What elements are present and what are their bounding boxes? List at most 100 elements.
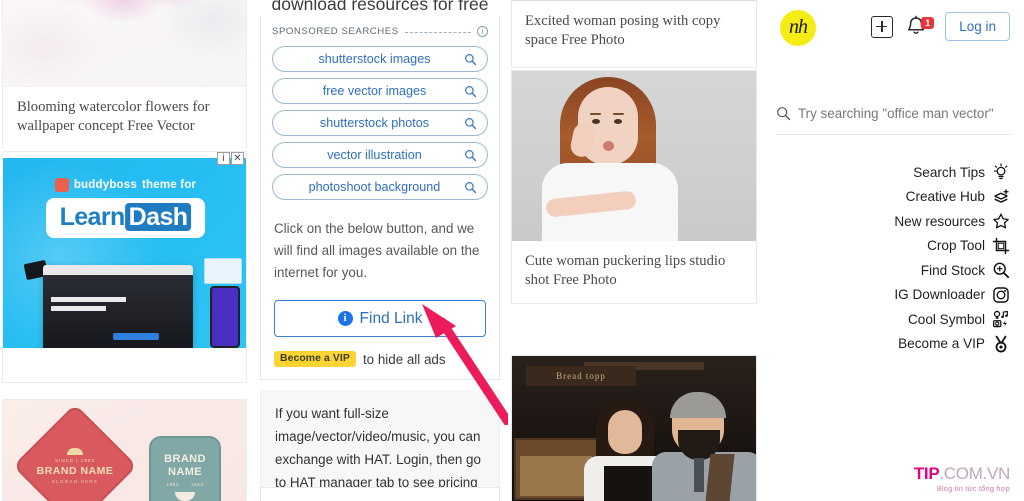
notifications-button[interactable]: 1: [906, 15, 935, 39]
hat-exchange-note-box: If you want full-size image/vector/video…: [260, 390, 500, 501]
dish-cover-icon: [67, 448, 83, 455]
instagram-icon: [993, 287, 1009, 303]
sponsored-header-row: SPONSORED SEARCHES i: [272, 26, 488, 37]
sidebar-item-label: Find Stock: [920, 262, 985, 278]
ad-phone-mockup: [210, 286, 240, 348]
sidebar-item-find-stock[interactable]: Find Stock: [760, 258, 1010, 283]
add-button[interactable]: [871, 15, 894, 38]
find-link-button-label: Find Link: [359, 309, 423, 327]
page-root: Blooming watercolor flowers for wallpape…: [0, 0, 1024, 501]
medal-icon: [995, 335, 1007, 353]
brand-diamond-name: BRAND NAME: [36, 465, 114, 477]
sidebar-item-new-resources[interactable]: New resources: [760, 209, 1010, 234]
sidebar-item-label: Creative Hub: [905, 189, 985, 205]
brand-diamond-logo: SINCE | 1963 BRAND NAME SLOGAN HERE: [12, 403, 138, 501]
info-icon: i: [337, 311, 353, 326]
sponsored-pill-label: shutterstock images: [318, 52, 431, 66]
panel-next-section-stub: [260, 487, 500, 501]
right-sidebar: nh 1 Log in Try searching "office man ve…: [762, 0, 1024, 501]
magnifier-q-icon: [993, 262, 1010, 279]
learndash-part1: Learn: [59, 203, 126, 231]
sidebar-item-label: Search Tips: [913, 164, 985, 180]
cafe-couple-photo: Bread topp: [512, 356, 756, 501]
sponsored-pill-1[interactable]: free vector images: [272, 78, 488, 104]
search-icon: [465, 85, 477, 97]
panel-top-title: download resources for free: [271, 0, 489, 10]
notification-count-badge: 1: [921, 16, 935, 29]
learndash-part2: Dash: [124, 203, 192, 231]
sponsored-pill-label: shutterstock photos: [319, 116, 430, 130]
watermark-accent: TIP: [913, 464, 940, 483]
cute-woman-caption: Cute woman puckering lips studio shot Fr…: [525, 253, 726, 288]
left-results-column: Blooming watercolor flowers for wallpape…: [0, 0, 250, 501]
header-actions: 1 Log in: [871, 12, 1010, 41]
watermark-domain: .COM.VN: [939, 464, 1010, 483]
sponsored-pill-2[interactable]: shutterstock photos: [272, 110, 488, 136]
excited-woman-result-card[interactable]: Excited woman posing with copy space Fre…: [511, 0, 757, 68]
sponsored-dotted-rule: [404, 32, 471, 33]
search-icon: [777, 107, 791, 121]
bowl-icon: [175, 491, 195, 501]
sponsored-pill-label: vector illustration: [327, 148, 422, 162]
find-link-button[interactable]: i Find Link: [274, 300, 486, 337]
brand-square-year-right: 1963: [191, 481, 204, 487]
ad-card-mockup: [204, 258, 242, 284]
sponsored-pill-3[interactable]: vector illustration: [272, 142, 488, 168]
layers-plus-icon: [994, 188, 1009, 203]
sponsored-searches-box: SPONSORED SEARCHES i shutterstock images…: [260, 16, 500, 220]
sponsored-pill-label: photoshoot background: [308, 180, 441, 194]
sidebar-item-search-tips[interactable]: Search Tips: [760, 160, 1010, 185]
cute-woman-result-card[interactable]: Cute woman puckering lips studio shot Fr…: [511, 70, 757, 304]
sidebar-item-become-a-vip[interactable]: Become a VIP: [760, 332, 1010, 357]
adchoices-controls[interactable]: i ✕: [217, 152, 244, 165]
sponsored-pill-4[interactable]: photoshoot background: [272, 174, 488, 200]
sponsored-header-label: SPONSORED SEARCHES: [272, 26, 399, 37]
watermark-tagline: Blog tin tức tổng hợp: [936, 484, 1010, 493]
adchoices-close-icon[interactable]: ✕: [231, 152, 244, 165]
sponsored-info-icon[interactable]: i: [477, 26, 488, 37]
sponsored-panel-column: download resources for free SPONSORED SE…: [258, 0, 502, 501]
brand-square-name1: BRAND: [164, 452, 206, 465]
sidebar-item-label: Become a VIP: [898, 336, 985, 352]
sidebar-item-creative-hub[interactable]: Creative Hub: [760, 185, 1010, 210]
search-icon: [465, 149, 477, 161]
sidebar-item-label: IG Downloader: [894, 287, 985, 303]
adchoices-info-icon[interactable]: i: [217, 152, 230, 165]
buddyboss-logo-icon: [54, 178, 69, 192]
ad-image: buddyboss theme for Learn Dash: [3, 158, 246, 348]
search-placeholder: Try searching "office man vector": [798, 106, 994, 121]
become-vip-badge[interactable]: Become a VIP: [274, 351, 356, 367]
watercolor-result-card[interactable]: Blooming watercolor flowers for wallpape…: [2, 0, 247, 148]
brand-logos-result-card[interactable]: SINCE | 1963 BRAND NAME SLOGAN HERE BRAN…: [2, 399, 247, 501]
ad-browser-mockup: [43, 265, 193, 348]
find-link-description: Click on the below button, and we will f…: [274, 221, 480, 280]
vip-hint-text: to hide all ads: [362, 351, 446, 367]
watermark-brand: TIP.COM.VN: [914, 465, 1010, 483]
watercolor-caption: Blooming watercolor flowers for wallpape…: [3, 86, 246, 148]
sidebar-item-ig-downloader[interactable]: IG Downloader: [760, 283, 1010, 308]
brand-square-year-left: 1963: [166, 481, 179, 487]
sponsored-pill-0[interactable]: shutterstock images: [272, 46, 488, 72]
buddyboss-brand: buddyboss: [73, 179, 137, 191]
cafe-couple-result-card[interactable]: Bread topp: [511, 355, 757, 501]
crop-icon: [992, 237, 1010, 255]
search-icon: [465, 53, 477, 65]
brand-square-logo: BRAND NAME 1963 1963 PREMIUM QUALITY: [149, 436, 221, 501]
search-input[interactable]: Try searching "office man vector": [776, 106, 1011, 121]
site-watermark: TIP.COM.VN Blog tin tức tổng hợp: [914, 465, 1010, 494]
sidebar-item-label: Crop Tool: [927, 238, 985, 254]
sidebar-item-label: New resources: [894, 213, 985, 229]
sidebar-menu: Search Tips Creative Hub New resources C…: [760, 160, 1010, 356]
site-logo[interactable]: nh: [774, 8, 822, 50]
search-icon: [465, 181, 477, 193]
sidebar-item-label: Cool Symbol: [907, 311, 985, 327]
learndash-ad-banner[interactable]: buddyboss theme for Learn Dash i ✕: [2, 151, 247, 383]
sidebar-item-cool-symbol[interactable]: Cool Symbol: [760, 307, 1010, 332]
star-icon: [993, 213, 1009, 229]
login-button[interactable]: Log in: [945, 12, 1010, 41]
sponsored-pill-label: free vector images: [322, 84, 427, 98]
sidebar-item-crop-tool[interactable]: Crop Tool: [760, 234, 1010, 259]
search-icon: [465, 117, 477, 129]
learndash-wordmark: Learn Dash: [45, 198, 206, 238]
brand-diamond-slogan: SLOGAN HERE: [51, 479, 99, 484]
